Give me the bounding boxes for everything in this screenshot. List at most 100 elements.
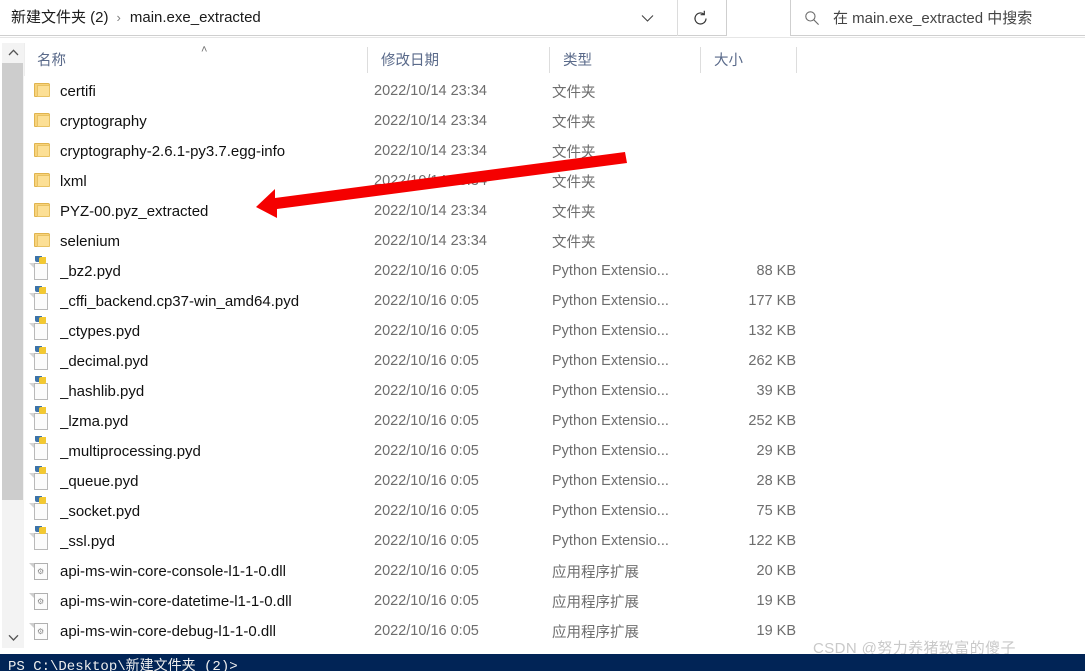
breadcrumb-parent[interactable]: 新建文件夹 (2) <box>9 0 111 36</box>
file-date-label: 2022/10/16 0:05 <box>374 533 479 549</box>
file-date-cell: 2022/10/14 23:34 <box>374 136 549 166</box>
file-name-cell[interactable]: ⚙ api-ms-win-core-console-l1-1-0.dll <box>24 556 369 586</box>
file-type-label: 文件夹 <box>552 114 596 131</box>
file-name-cell[interactable]: _bz2.pyd <box>24 256 369 286</box>
column-header-row: 名称 ˄ 修改日期 类型 大小 <box>24 43 1085 77</box>
file-row[interactable]: _ssl.pyd 2022/10/16 0:05 Python Extensio..… <box>24 526 1085 556</box>
file-date-cell: 2022/10/16 0:05 <box>374 316 549 346</box>
file-date-label: 2022/10/14 23:34 <box>374 233 487 249</box>
address-history-chevron-down-icon[interactable] <box>632 0 662 36</box>
dll-icon: ⚙ <box>29 562 51 580</box>
scroll-up-arrow-icon[interactable] <box>2 43 24 61</box>
file-row[interactable]: _cffi_backend.cp37-win_amd64.pyd 2022/10/… <box>24 286 1085 316</box>
file-name-cell[interactable]: _ssl.pyd <box>24 526 369 556</box>
file-size-cell <box>697 196 796 226</box>
file-type-label: Python Extensio... <box>552 413 669 429</box>
column-header-size[interactable]: 大小 <box>701 43 796 76</box>
file-name-cell[interactable]: ⚙ api-ms-win-core-debug-l1-1-0.dll <box>24 616 369 641</box>
file-size-label: 28 KB <box>756 473 797 489</box>
refresh-icon[interactable] <box>677 0 722 36</box>
scrollbar-thumb[interactable] <box>2 63 23 500</box>
file-name-label: api-ms-win-core-debug-l1-1-0.dll <box>60 622 276 640</box>
file-date-cell: 2022/10/16 0:05 <box>374 616 549 641</box>
file-type-label: 应用程序扩展 <box>552 624 639 641</box>
file-size-label: 252 KB <box>748 413 796 429</box>
file-row[interactable]: _hashlib.pyd 2022/10/16 0:05 Python Extens… <box>24 376 1085 406</box>
file-size-label: 20 KB <box>756 563 797 579</box>
file-date-cell: 2022/10/16 0:05 <box>374 286 549 316</box>
file-type-cell: Python Extensio... <box>552 376 697 406</box>
file-type-cell: 文件夹 <box>552 136 697 166</box>
file-name-label: _ctypes.pyd <box>60 322 141 340</box>
file-name-cell[interactable]: cryptography-2.6.1-py3.7.egg-info <box>24 136 369 166</box>
file-type-label: Python Extensio... <box>552 533 669 549</box>
file-name-cell[interactable]: lxml <box>24 166 369 196</box>
file-name-cell[interactable]: _lzma.pyd <box>24 406 369 436</box>
file-size-cell: 19 KB <box>697 616 797 641</box>
file-name-label: _hashlib.pyd <box>60 382 145 400</box>
file-row[interactable]: PYZ-00.pyz_extracted 2022/10/14 23:34 文件夹 <box>24 196 1085 226</box>
file-type-cell: Python Extensio... <box>552 286 697 316</box>
file-row[interactable]: _queue.pyd 2022/10/16 0:05 Python Extensio… <box>24 466 1085 496</box>
file-row[interactable]: ⚙ api-ms-win-core-datetime-l1-1-0.dll 2022… <box>24 586 1085 616</box>
vertical-scrollbar[interactable] <box>2 43 25 648</box>
file-name-cell[interactable]: _decimal.pyd <box>24 346 369 376</box>
file-name-label: _socket.pyd <box>60 502 141 520</box>
file-name-cell[interactable]: _queue.pyd <box>24 466 369 496</box>
column-divider-4[interactable] <box>796 47 797 73</box>
file-name-cell[interactable]: ⚙ api-ms-win-core-datetime-l1-1-0.dll <box>24 586 369 616</box>
address-bar[interactable]: 新建文件夹 (2) › main.exe_extracted <box>0 0 727 36</box>
column-header-name-label: 名称 <box>37 53 66 69</box>
terminal-prompt: PS C:\Desktop\新建文件夹 (2)> <box>8 659 238 671</box>
file-row[interactable]: _socket.pyd 2022/10/16 0:05 Python Extensi… <box>24 496 1085 526</box>
file-name-label: _decimal.pyd <box>60 352 149 370</box>
file-type-cell: Python Extensio... <box>552 466 697 496</box>
file-row[interactable]: selenium 2022/10/14 23:34 文件夹 <box>24 226 1085 256</box>
explorer-toolbar: 新建文件夹 (2) › main.exe_extracted 在 main.ex… <box>0 0 1085 38</box>
file-name-cell[interactable]: _cffi_backend.cp37-win_amd64.pyd <box>24 286 369 316</box>
file-name-cell[interactable]: selenium <box>24 226 369 256</box>
file-name-cell[interactable]: PYZ-00.pyz_extracted <box>24 196 369 226</box>
column-header-type[interactable]: 类型 <box>550 43 700 76</box>
file-name-cell[interactable]: cryptography <box>24 106 369 136</box>
file-name-cell[interactable]: _ctypes.pyd <box>24 316 369 346</box>
breadcrumb-separator-icon: › <box>116 9 121 25</box>
powershell-terminal-strip[interactable]: PS C:\Desktop\新建文件夹 (2)> <box>0 654 1085 671</box>
file-type-label: 文件夹 <box>552 234 596 251</box>
file-row[interactable]: _decimal.pyd 2022/10/16 0:05 Python Extens… <box>24 346 1085 376</box>
file-list[interactable]: certifi 2022/10/14 23:34 文件夹 cryptography 20… <box>24 76 1085 641</box>
file-row[interactable]: ⚙ api-ms-win-core-console-l1-1-0.dll 2022/… <box>24 556 1085 586</box>
search-input-placeholder[interactable]: 在 main.exe_extracted 中搜索 <box>833 7 1032 28</box>
file-row[interactable]: _bz2.pyd 2022/10/16 0:05 Python Extensio..… <box>24 256 1085 286</box>
column-header-type-label: 类型 <box>563 53 592 69</box>
file-size-cell <box>697 76 796 106</box>
file-name-cell[interactable]: _socket.pyd <box>24 496 369 526</box>
breadcrumb-current[interactable]: main.exe_extracted <box>128 0 263 36</box>
file-date-label: 2022/10/14 23:34 <box>374 83 487 99</box>
python-extension-icon <box>29 376 51 400</box>
search-box[interactable]: 在 main.exe_extracted 中搜索 <box>790 0 1085 36</box>
file-size-cell: 28 KB <box>697 466 797 496</box>
file-row[interactable]: lxml 2022/10/14 23:34 文件夹 <box>24 166 1085 196</box>
file-type-cell: Python Extensio... <box>552 346 697 376</box>
scroll-down-arrow-icon[interactable] <box>2 628 24 646</box>
file-row[interactable]: certifi 2022/10/14 23:34 文件夹 <box>24 76 1085 106</box>
file-row[interactable]: cryptography 2022/10/14 23:34 文件夹 <box>24 106 1085 136</box>
file-size-cell: 122 KB <box>697 526 796 556</box>
file-name-cell[interactable]: _multiprocessing.pyd <box>24 436 369 466</box>
file-name-cell[interactable]: certifi <box>24 76 369 106</box>
file-name-cell[interactable]: _hashlib.pyd <box>24 376 369 406</box>
column-header-name[interactable]: 名称 <box>24 43 367 76</box>
python-extension-icon <box>29 256 51 280</box>
column-header-date-modified[interactable]: 修改日期 <box>368 43 549 76</box>
file-type-cell: Python Extensio... <box>552 526 697 556</box>
dll-icon: ⚙ <box>29 622 51 640</box>
file-row[interactable]: _multiprocessing.pyd 2022/10/16 0:05 Pytho… <box>24 436 1085 466</box>
file-row[interactable]: cryptography-2.6.1-py3.7.egg-info 2022/10… <box>24 136 1085 166</box>
file-type-cell: Python Extensio... <box>552 496 697 526</box>
file-size-label: 262 KB <box>748 353 796 369</box>
file-row[interactable]: _lzma.pyd 2022/10/16 0:05 Python Extensio.… <box>24 406 1085 436</box>
python-extension-icon <box>29 436 51 460</box>
file-type-cell: 应用程序扩展 <box>552 586 697 616</box>
file-row[interactable]: _ctypes.pyd 2022/10/16 0:05 Python Extensi… <box>24 316 1085 346</box>
